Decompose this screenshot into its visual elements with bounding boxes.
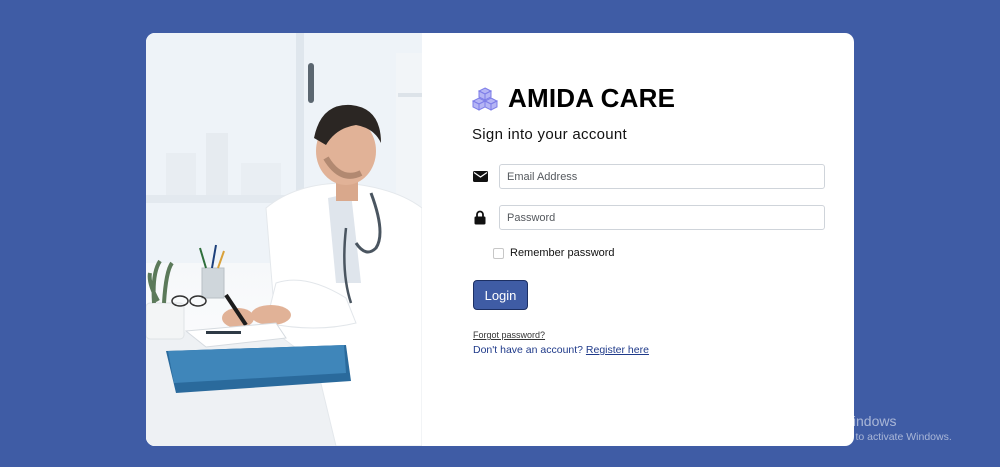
login-form-panel: AMIDA CARE Sign into your account Email … (422, 33, 854, 446)
login-button[interactable]: Login (473, 280, 528, 310)
doctor-illustration (146, 33, 422, 446)
remember-checkbox[interactable] (493, 247, 504, 259)
sign-in-subtitle: Sign into your account (472, 126, 628, 143)
brand-header: AMIDA CARE (472, 83, 675, 114)
watermark-subtitle: Go to Settings to activate Windows. (786, 431, 952, 443)
remember-label: Remember password (510, 247, 615, 259)
email-input[interactable] (499, 164, 825, 189)
password-row (472, 205, 825, 230)
email-row (472, 164, 825, 189)
cubes-icon (472, 86, 498, 111)
password-input[interactable] (499, 205, 825, 230)
doctor-photo (146, 33, 422, 446)
register-link[interactable]: Register here (586, 344, 649, 356)
register-prompt: Don't have an account? Register here (473, 344, 649, 356)
remember-password[interactable]: Remember password (493, 247, 615, 259)
envelope-icon (472, 169, 488, 185)
forgot-password-link[interactable]: Forgot password? (473, 330, 545, 340)
lock-icon (472, 210, 488, 226)
register-prompt-text: Don't have an account? (473, 344, 583, 356)
watermark-title: Activate Windows (786, 413, 897, 429)
activate-windows-watermark: Activate Windows Go to Settings to activ… (786, 413, 952, 443)
brand-title: AMIDA CARE (508, 83, 676, 113)
login-card: AMIDA CARE Sign into your account Email … (146, 33, 854, 446)
page: AMIDA CARE Sign into your account Email … (0, 0, 1000, 467)
